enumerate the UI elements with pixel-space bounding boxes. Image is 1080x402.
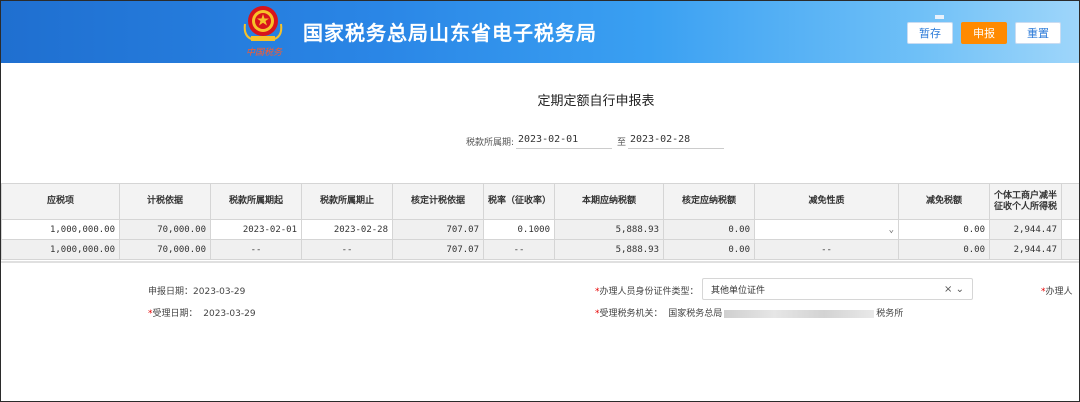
accept-date: *受理日期： 2023-03-29	[148, 306, 256, 319]
chevron-down-icon: ⌄	[888, 224, 894, 235]
clear-icon[interactable]: ×	[944, 284, 952, 295]
period-end-input[interactable]: 2023-02-28	[628, 131, 724, 149]
col-header: 减免性质	[754, 183, 899, 220]
col-header: 核定应纳税额	[663, 183, 755, 220]
col-header: 计税依据	[119, 183, 211, 220]
col-header: 税款所属期起	[210, 183, 302, 220]
chevron-down-icon[interactable]: ⌄	[956, 284, 964, 295]
current-tax-cell: 5,888.93	[554, 239, 664, 260]
col-header: 应税项	[1, 183, 120, 220]
exemption-amount-cell: 0.00	[898, 239, 990, 260]
table-row: 1,000,000.00 70,000.00 -- -- 707.07 -- 5…	[1, 239, 1079, 260]
extra-cell	[1061, 219, 1079, 240]
accept-date-value: 2023-03-29	[203, 309, 256, 319]
accept-date-label: 受理日期：	[152, 309, 198, 319]
period-start-cell: --	[210, 239, 302, 260]
tax-basis-cell: 70,000.00	[119, 239, 211, 260]
col-header: 税率（征收率）	[483, 183, 555, 220]
tax-rate-cell: --	[483, 239, 555, 260]
taxable-item-cell: 1,000,000.00	[1, 239, 120, 260]
approved-basis-cell: 707.07	[392, 239, 484, 260]
period-label: 税款所属期:	[466, 138, 515, 148]
col-header	[1061, 183, 1079, 220]
header-decoration	[935, 15, 944, 19]
period-to-label: 至	[617, 138, 627, 148]
extra-cell	[1061, 239, 1079, 260]
half-income-tax-cell: 2,944.47	[989, 239, 1062, 260]
site-header: 中国税务 国家税务总局山东省电子税务局 暂存 申报 重置	[1, 1, 1079, 63]
horizontal-scrollbar[interactable]	[1, 261, 1079, 263]
period-end-cell: 2023-02-28	[301, 219, 393, 240]
taxable-item-cell[interactable]: 1,000,000.00	[1, 219, 120, 240]
id-type-value: 其他单位证件	[711, 285, 766, 296]
exemption-amount-cell[interactable]: 0.00	[898, 219, 990, 240]
save-draft-button[interactable]: 暂存	[907, 22, 953, 44]
authority-label: 受理税务机关：	[599, 309, 663, 319]
national-emblem-icon	[243, 6, 283, 41]
tax-authority: *受理税务机关： 国家税务总局 税务所	[595, 306, 903, 319]
exemption-type-cell: --	[754, 239, 899, 260]
col-header: 本期应纳税额	[554, 183, 664, 220]
declaration-table: 应税项 计税依据 税款所属期起 税款所属期止 核定计税依据 税率（征收率） 本期…	[1, 183, 1079, 263]
table-row: 1,000,000.00 70,000.00 2023-02-01 2023-0…	[1, 219, 1079, 240]
period-start-input[interactable]: 2023-02-01	[516, 131, 612, 149]
authority-suffix: 税务所	[876, 309, 904, 319]
id-type-select[interactable]: 其他单位证件 × ⌄	[702, 278, 973, 300]
report-date-label: 申报日期：	[148, 287, 194, 297]
id-type-label-wrap: *办理人员身份证件类型：	[595, 284, 699, 297]
col-header: 减免税额	[898, 183, 990, 220]
approved-tax-cell: 0.00	[663, 219, 755, 240]
approved-tax-cell: 0.00	[663, 239, 755, 260]
table-header-row: 应税项 计税依据 税款所属期起 税款所属期止 核定计税依据 税率（征收率） 本期…	[1, 183, 1079, 220]
form-title: 定期定额自行申报表	[537, 94, 655, 109]
id-type-label: 办理人员身份证件类型：	[599, 287, 699, 297]
authority-prefix: 国家税务总局	[668, 309, 723, 319]
site-title: 国家税务总局山东省电子税务局	[303, 21, 597, 45]
redacted-text	[724, 309, 875, 318]
period-end-cell: --	[301, 239, 393, 260]
emblem-caption: 中国税务	[245, 48, 282, 58]
handler-label: 办理人	[1045, 287, 1073, 297]
exemption-type-select[interactable]: ⌄	[754, 219, 899, 240]
approved-basis-cell: 707.07	[392, 219, 484, 240]
reset-button[interactable]: 重置	[1015, 22, 1061, 44]
report-date: 申报日期：2023-03-29	[148, 284, 245, 297]
half-income-tax-cell: 2,944.47	[989, 219, 1062, 240]
tax-basis-cell: 70,000.00	[119, 219, 211, 240]
current-tax-cell: 5,888.93	[554, 219, 664, 240]
submit-button[interactable]: 申报	[961, 22, 1007, 44]
report-date-value: 2023-03-29	[193, 287, 246, 297]
col-header: 税款所属期止	[301, 183, 393, 220]
col-header: 个体工商户减半征收个人所得税	[989, 183, 1062, 220]
page-frame: 中国税务 国家税务总局山东省电子税务局 暂存 申报 重置 定期定额自行申报表 税…	[0, 0, 1080, 402]
tax-rate-cell: 0.1000	[483, 219, 555, 240]
col-header: 核定计税依据	[392, 183, 484, 220]
period-start-cell: 2023-02-01	[210, 219, 302, 240]
handler-label-wrap: *办理人	[1041, 284, 1073, 297]
